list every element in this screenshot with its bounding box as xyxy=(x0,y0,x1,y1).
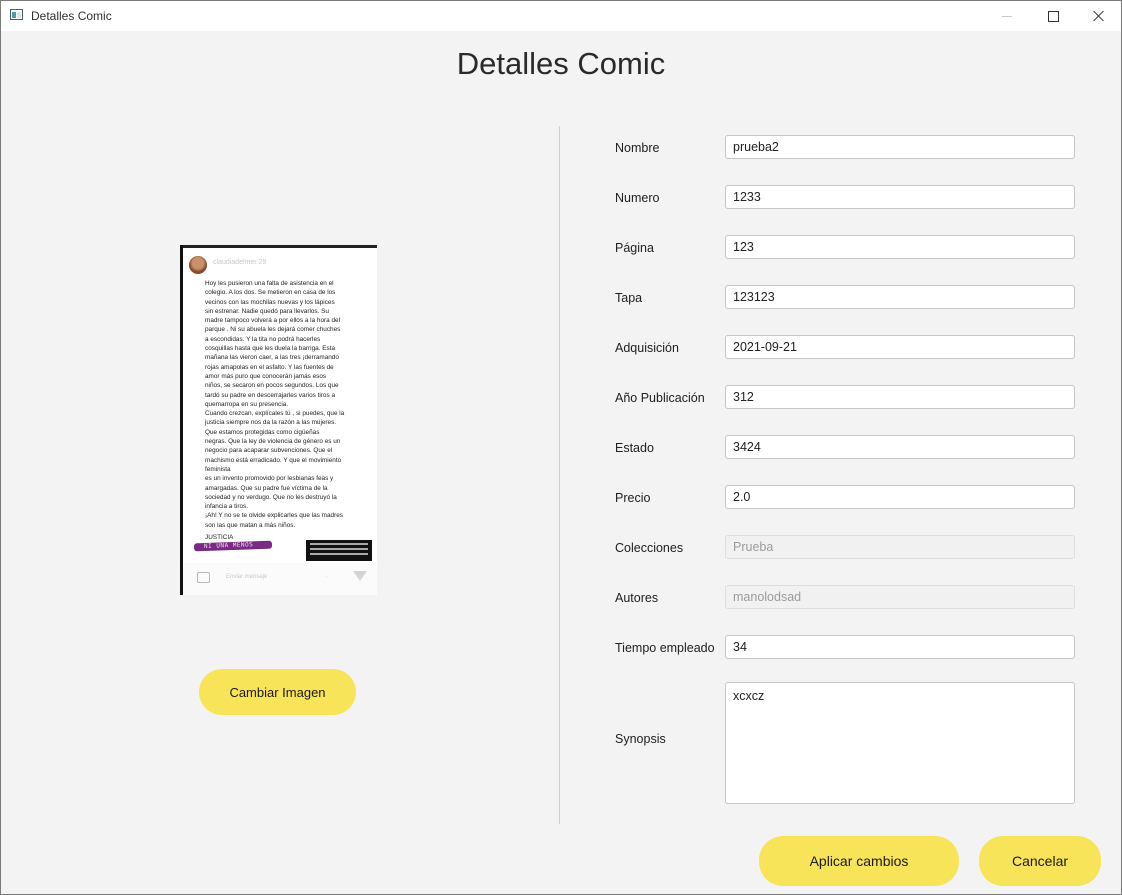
cover-text-line: colegio. A los dos. Se metieron en casa … xyxy=(205,289,336,297)
cover-footer-dot: · xyxy=(326,574,328,580)
cover-text-line: Cuando crezcan, explícales tú , si puede… xyxy=(205,410,345,418)
colecciones-field xyxy=(725,535,1075,559)
window-title: Detalles Comic xyxy=(31,9,112,23)
cover-text-line: niños, se secaron en pocos segundos. Los… xyxy=(205,382,339,390)
tapa-label: Tapa xyxy=(615,291,643,305)
cover-quote-box xyxy=(306,540,372,561)
cover-text-line: vecinos con las mochilas nuevas y los lá… xyxy=(205,298,335,306)
anio-publicacion-field[interactable] xyxy=(725,385,1075,409)
apply-changes-button[interactable]: Aplicar cambios xyxy=(759,836,959,886)
numero-label: Numero xyxy=(615,191,660,205)
cover-username: claudiadelmer 29 xyxy=(213,259,267,266)
cover-text-line: es un invento promovido por lesbianas fe… xyxy=(205,475,334,483)
cover-text-line: amor más puro que conocerán jamás esos xyxy=(205,372,327,380)
pagina-label: Página xyxy=(615,241,654,255)
autores-label: Autores xyxy=(615,591,659,605)
cover-text-line: quemarropa en su presencia. xyxy=(205,400,289,408)
title-bar[interactable]: Detalles Comic xyxy=(1,1,1121,31)
pagina-field[interactable] xyxy=(725,235,1075,259)
cover-text-line: mañana las vieron caer, a las tres ¡derr… xyxy=(205,354,339,362)
adquisicion-label: Adquisición xyxy=(615,341,679,355)
precio-label: Precio xyxy=(615,491,651,505)
close-icon xyxy=(1093,10,1105,22)
divider xyxy=(559,126,560,824)
cover-text-line: tardó su padre en descerrajarles varios … xyxy=(205,391,336,399)
cover-text-line: negocio para acaparar subvenciones. Que … xyxy=(205,447,333,455)
minimize-icon xyxy=(1002,15,1012,17)
tiempo-empleado-label: Tiempo empleado xyxy=(615,641,715,655)
numero-field[interactable] xyxy=(725,185,1075,209)
cancel-button[interactable]: Cancelar xyxy=(979,836,1101,886)
maximize-icon xyxy=(1047,10,1059,22)
avatar xyxy=(189,256,207,274)
page-title: Detalles Comic xyxy=(456,46,666,81)
cover-text-line: Hoy les pusieron una falta de asistencia… xyxy=(205,280,334,287)
cover-banner-text: NI UNA MENOS xyxy=(203,541,254,551)
adquisicion-field[interactable] xyxy=(725,335,1075,359)
cover-reply-placeholder: Enviar mensaje xyxy=(226,574,268,580)
cover-text-line: feminista xyxy=(205,465,231,473)
synopsis-textarea[interactable]: xcxcz xyxy=(725,682,1075,804)
minimize-button[interactable] xyxy=(984,1,1030,31)
cover-text-line: a escondidas. Y la tita no podrá hacerle… xyxy=(205,335,321,343)
colecciones-label: Colecciones xyxy=(615,541,684,555)
tiempo-empleado-field[interactable] xyxy=(725,635,1075,659)
cover-text-line: Que estamos protegidas como cigüeñas xyxy=(205,428,320,436)
cover-text-line: justicia siempre nos da la razón a las m… xyxy=(205,419,337,427)
app-window-icon xyxy=(10,9,23,20)
cover-text-line: ¡Ah! Y no se te olvide explicarles que l… xyxy=(205,512,343,520)
cover-text-line: sociedad y no verdugo. Que no les destru… xyxy=(205,493,337,501)
precio-field[interactable] xyxy=(725,485,1075,509)
cover-text: Hoy les pusieron una falta de asistencia… xyxy=(205,279,373,530)
synopsis-label: Synopsis xyxy=(615,732,666,746)
cover-text-line: madre tampoco volverá a por ellos a la h… xyxy=(205,317,340,325)
cover-text-line: son las que matan a más niños. xyxy=(205,521,296,529)
cover-text-line: rojas amapolas en el asfalto. Y las fuen… xyxy=(205,363,334,371)
nombre-field[interactable] xyxy=(725,135,1075,159)
cover-banner: NI UNA MENOS xyxy=(193,540,273,552)
maximize-button[interactable] xyxy=(1030,1,1076,31)
cover-text-line: parque . Ni su abuela les dejará comer c… xyxy=(205,326,341,334)
nombre-label: Nombre xyxy=(615,141,660,155)
tapa-field[interactable] xyxy=(725,285,1075,309)
cover-text-line: negras. Que la ley de violencia de géner… xyxy=(205,438,341,446)
cover-footer: Enviar mensaje · xyxy=(183,563,377,595)
camera-icon xyxy=(197,572,210,583)
estado-field[interactable] xyxy=(725,435,1075,459)
estado-label: Estado xyxy=(615,441,654,455)
cover-text-line: sin estrenar. Nadie quedó para llevarlos… xyxy=(205,307,329,315)
anio-publicacion-label: Año Publicación xyxy=(615,391,705,405)
cover-text-line: cosquillas hasta que les duela la barrig… xyxy=(205,345,336,353)
send-icon xyxy=(353,571,367,581)
comic-cover-image: claudiadelmer 29 Hoy les pusieron una fa… xyxy=(180,245,377,595)
change-image-button[interactable]: Cambiar Imagen xyxy=(199,669,356,715)
cover-justicia: JUSTICIA xyxy=(205,534,234,541)
cover-text-line: amargadas. Que su padre fue víctima de l… xyxy=(205,484,328,492)
close-button[interactable] xyxy=(1076,1,1122,31)
cover-text-line: infancia a tiros. xyxy=(205,503,248,511)
autores-field xyxy=(725,585,1075,609)
cover-text-line: machismo está erradicado. Y que el movim… xyxy=(205,456,342,464)
